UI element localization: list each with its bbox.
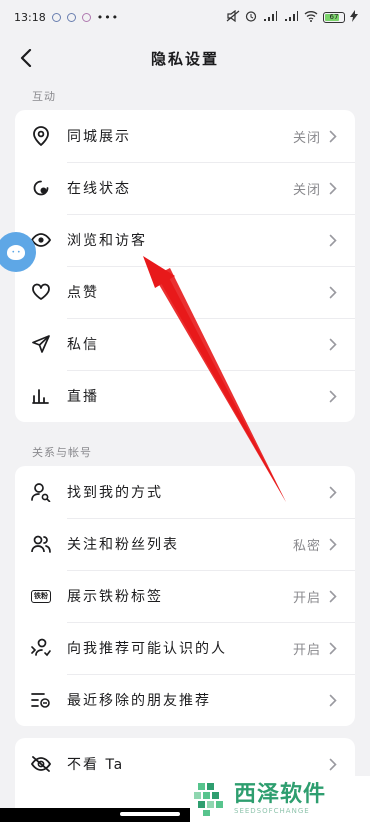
setting-value: 开启 (292, 642, 321, 658)
send-icon (31, 334, 51, 354)
setting-label: 浏览和访客 (67, 233, 147, 249)
chevron-right-icon (329, 285, 339, 299)
bars-icon (31, 386, 51, 406)
settings-card-interaction: 同城展示 关闭 在线状态 关闭 浏览和访客 点赞 私信 直播 (15, 110, 355, 422)
app-notification-icon (81, 12, 91, 22)
setting-label: 展示铁粉标签 (67, 589, 163, 605)
chevron-right-icon (329, 641, 339, 655)
more-notifications-icon: ••• (96, 10, 120, 24)
fan-badge-label: 铁粉 (31, 589, 51, 603)
wifi-icon (304, 10, 318, 25)
setting-row-messages[interactable]: 私信 (15, 318, 355, 370)
app-notification-icon (51, 12, 61, 22)
setting-label: 在线状态 (67, 181, 131, 197)
nav-bar: 隐私设置 (0, 38, 370, 78)
setting-label: 关注和粉丝列表 (67, 537, 179, 553)
fan-badge-icon: 铁粉 (31, 586, 51, 606)
chevron-left-icon (20, 49, 32, 67)
setting-label: 最近移除的朋友推荐 (67, 693, 211, 709)
users-icon (31, 534, 51, 554)
setting-label: 不看 Ta (67, 757, 125, 773)
section-label-interaction: 互动 (32, 90, 56, 103)
removed-list-icon (31, 690, 51, 710)
alarm-icon (245, 10, 257, 25)
heart-icon (31, 282, 51, 302)
setting-value: 私密 (292, 538, 321, 554)
chevron-right-icon (329, 337, 339, 351)
setting-row-follow-list[interactable]: 关注和粉丝列表 私密 (15, 518, 355, 570)
signal-icon (283, 10, 299, 25)
setting-value: 开启 (292, 590, 321, 606)
home-indicator (0, 808, 190, 822)
page-title: 隐私设置 (150, 49, 219, 68)
user-search-icon (31, 482, 51, 502)
setting-value: 关闭 (292, 182, 321, 198)
signal-icon (262, 10, 278, 25)
setting-label: 私信 (67, 337, 99, 353)
home-indicator-pill[interactable] (120, 812, 180, 816)
eye-off-icon (31, 754, 51, 774)
location-pin-icon (31, 126, 51, 146)
back-button[interactable] (14, 46, 38, 70)
setting-label: 点赞 (67, 285, 99, 301)
watermark-title: 西泽软件 (234, 782, 327, 807)
status-bar: 13:18 ••• 67 (0, 0, 370, 34)
status-time: 13:18 (14, 10, 46, 24)
chevron-right-icon (329, 485, 339, 499)
battery-icon: 67 (323, 11, 345, 23)
setting-row-online-status[interactable]: 在线状态 关闭 (15, 162, 355, 214)
chevron-right-icon (329, 693, 339, 707)
setting-row-fan-badge[interactable]: 铁粉 展示铁粉标签 开启 (15, 570, 355, 622)
charging-icon (350, 9, 358, 25)
setting-row-nearby[interactable]: 同城展示 关闭 (15, 110, 355, 162)
chevron-right-icon (329, 181, 339, 195)
setting-value: 关闭 (292, 130, 321, 146)
chevron-right-icon (329, 589, 339, 603)
online-status-icon (31, 178, 51, 198)
watermark-logo-icon (194, 783, 223, 816)
chevron-right-icon (329, 757, 339, 771)
setting-label: 同城展示 (67, 129, 131, 145)
setting-row-find-me[interactable]: 找到我的方式 (15, 466, 355, 518)
bubble-face-icon: • • (7, 244, 25, 260)
setting-row-removed-recommend[interactable]: 最近移除的朋友推荐 (15, 674, 355, 726)
settings-card-account: 找到我的方式 关注和粉丝列表 私密 铁粉 展示铁粉标签 开启 向我推荐可能认识的… (15, 466, 355, 726)
recommend-people-icon (31, 638, 51, 658)
watermark-logo: 西泽软件 SEEDSOFCHANGE (190, 776, 370, 822)
chevron-right-icon (329, 233, 339, 247)
chevron-right-icon (329, 129, 339, 143)
setting-row-visitors[interactable]: 浏览和访客 (15, 214, 355, 266)
chevron-right-icon (329, 389, 339, 403)
chevron-right-icon (329, 537, 339, 551)
app-notification-icon (66, 12, 76, 22)
mute-icon (226, 9, 240, 25)
setting-label: 直播 (67, 389, 99, 405)
battery-level: 67 (329, 13, 339, 21)
setting-label: 找到我的方式 (67, 485, 163, 501)
setting-row-likes[interactable]: 点赞 (15, 266, 355, 318)
setting-row-live[interactable]: 直播 (15, 370, 355, 422)
section-label-account: 关系与帐号 (32, 446, 92, 459)
setting-label: 向我推荐可能认识的人 (67, 641, 227, 657)
setting-row-recommend[interactable]: 向我推荐可能认识的人 开启 (15, 622, 355, 674)
watermark-subtitle: SEEDSOFCHANGE (234, 807, 310, 815)
